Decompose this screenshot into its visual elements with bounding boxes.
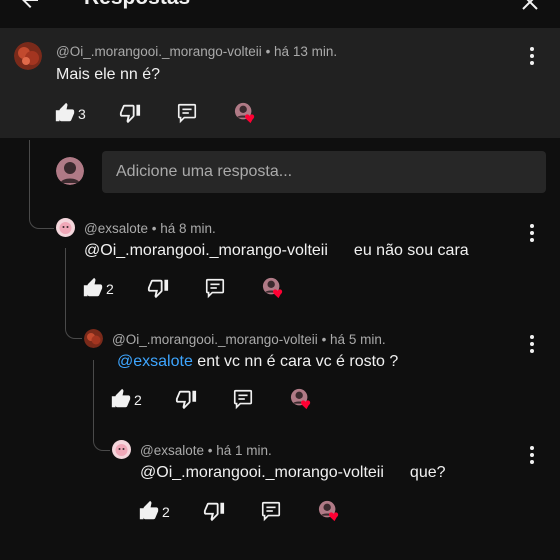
comment-text: Mais ele nn é? [56, 66, 161, 83]
creator-heart-icon [262, 277, 284, 299]
like-count: 3 [78, 106, 86, 122]
like-icon[interactable] [110, 388, 132, 410]
comment-time: há 1 min. [216, 443, 272, 458]
reply-icon[interactable] [232, 388, 254, 410]
dislike-icon[interactable] [203, 500, 225, 522]
user-avatar[interactable] [56, 157, 84, 185]
header-bar: Respostas [0, 0, 560, 28]
reply-text: eu não sou cara [353, 242, 469, 259]
comment-author[interactable]: @exsalote [84, 221, 148, 236]
comment-meta: @exsalote • há 1 min. [140, 443, 272, 458]
thread-line [65, 248, 82, 339]
dislike-icon[interactable] [119, 102, 141, 124]
creator-heart-icon [318, 500, 340, 522]
reply-input-box[interactable] [102, 151, 546, 193]
reply-text: ent vc nn é cara vc é rosto ? [197, 353, 399, 370]
comment-text: @Oi_.morangooi._morango-volteii eu não so… [84, 242, 469, 260]
like-icon[interactable] [54, 102, 76, 124]
comment-time: há 5 min. [330, 332, 386, 347]
comment-author[interactable]: @Oi_.morangooi._morango-volteii [112, 332, 318, 347]
avatar[interactable] [112, 440, 131, 459]
avatar[interactable] [14, 42, 42, 70]
like-icon[interactable] [82, 277, 104, 299]
reply-input[interactable] [102, 151, 546, 193]
meta-separator: • [148, 221, 161, 236]
reply-icon[interactable] [176, 102, 198, 124]
comment-time: há 13 min. [274, 44, 338, 59]
avatar[interactable] [56, 218, 75, 237]
comment-text: @Oi_.morangooi._morango-volteii que? [140, 464, 446, 482]
mention: @Oi_.morangooi._morango-volteii [140, 464, 384, 481]
mention-link[interactable]: @exsalote [117, 353, 193, 370]
thread-line [93, 360, 110, 451]
like-count: 2 [106, 281, 114, 297]
dislike-icon[interactable] [147, 277, 169, 299]
thread-line [29, 140, 54, 229]
back-arrow-icon[interactable] [18, 0, 42, 12]
comment-author[interactable]: @exsalote [140, 443, 204, 458]
comment-text: @exsalote ent vc nn é cara vc é rosto ? [117, 353, 398, 371]
comment-meta: @Oi_.morangooi._morango-volteii • há 5 m… [112, 332, 386, 347]
more-vert-icon[interactable] [529, 335, 535, 353]
comment-meta: @Oi_.morangooi._morango-volteii • há 13 … [56, 44, 337, 59]
more-vert-icon[interactable] [529, 47, 535, 65]
comment-meta: @exsalote • há 8 min. [84, 221, 216, 236]
like-icon[interactable] [138, 500, 160, 522]
comment-time: há 8 min. [160, 221, 216, 236]
mention: @Oi_.morangooi._morango-volteii [84, 242, 328, 259]
meta-separator: • [261, 44, 275, 59]
avatar[interactable] [84, 329, 103, 348]
comment-author[interactable]: @Oi_.morangooi._morango-volteii [56, 44, 262, 59]
dislike-icon[interactable] [175, 388, 197, 410]
like-count: 2 [134, 392, 142, 408]
meta-separator: • [317, 332, 331, 347]
meta-separator: • [204, 443, 217, 458]
like-count: 2 [162, 504, 170, 520]
creator-heart-icon [290, 388, 312, 410]
creator-heart-icon [234, 102, 256, 124]
more-vert-icon[interactable] [529, 224, 535, 242]
page-title: Respostas [84, 0, 190, 10]
reply-icon[interactable] [260, 500, 282, 522]
close-icon[interactable] [518, 0, 542, 14]
reply-icon[interactable] [204, 277, 226, 299]
more-vert-icon[interactable] [529, 446, 535, 464]
reply-text: que? [409, 464, 446, 481]
